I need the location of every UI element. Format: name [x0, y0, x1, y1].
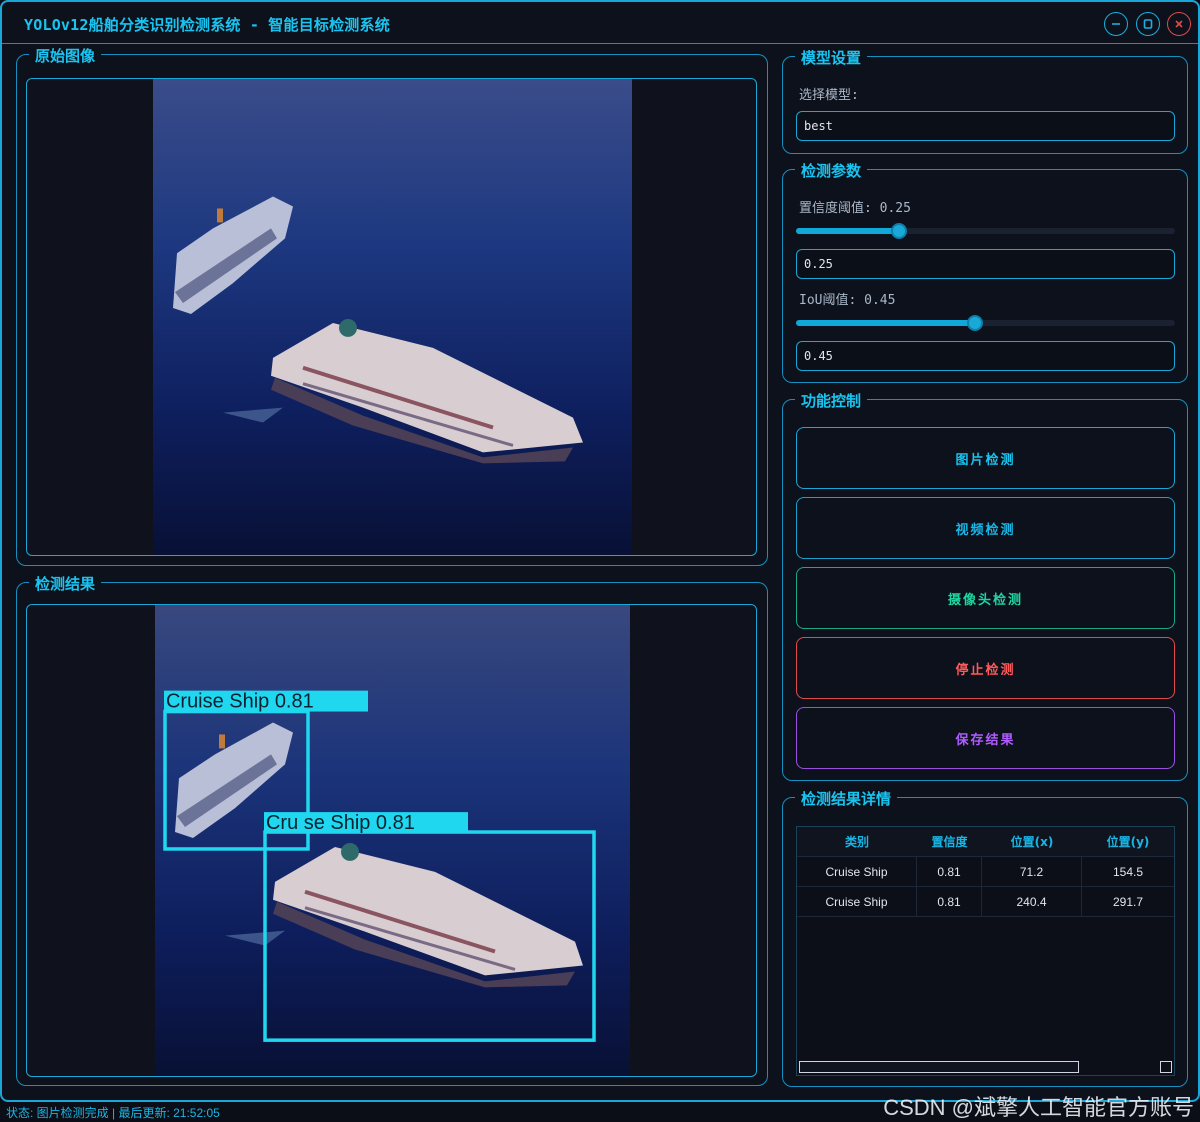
- detection-result-title: 检测结果: [29, 573, 102, 594]
- model-settings-title: 模型设置: [795, 47, 868, 68]
- cell-x: 240.4: [982, 887, 1082, 917]
- title-bar: YOLOv12船舶分类识别检测系统 - 智能目标检测系统: [2, 2, 1198, 44]
- confidence-input[interactable]: 0.25: [796, 249, 1175, 279]
- horizontal-scrollbar[interactable]: [797, 1061, 1174, 1073]
- detection-label-2: Cru se Ship 0.81: [266, 812, 415, 834]
- camera-detect-button[interactable]: 摄像头检测: [796, 567, 1175, 629]
- close-button[interactable]: [1167, 12, 1191, 36]
- confidence-slider-handle[interactable]: [891, 223, 907, 239]
- result-image-frame: Cruise Ship 0.81 Cru se Ship 0.81: [26, 604, 757, 1077]
- confidence-label: 置信度阈值: 0.25: [799, 201, 911, 216]
- window-title: YOLOv12船舶分类识别检测系统 - 智能目标检测系统: [24, 16, 390, 34]
- result-ship-image: Cruise Ship 0.81 Cru se Ship 0.81: [155, 605, 630, 1076]
- minimize-icon: [1112, 23, 1120, 25]
- detection-label-1: Cruise Ship 0.81: [166, 691, 314, 713]
- app-window: YOLOv12船舶分类识别检测系统 - 智能目标检测系统 原始图像 检测结果 C…: [0, 0, 1200, 1102]
- cell-class: Cruise Ship: [797, 857, 917, 887]
- original-image-title: 原始图像: [29, 45, 102, 66]
- confidence-slider[interactable]: [796, 223, 1175, 239]
- model-select[interactable]: best: [796, 111, 1175, 141]
- cell-class: Cruise Ship: [797, 887, 917, 917]
- iou-input[interactable]: 0.45: [796, 341, 1175, 371]
- confidence-slider-fill: [796, 228, 899, 234]
- close-icon: [1175, 20, 1183, 28]
- cell-confidence: 0.81: [917, 887, 982, 917]
- iou-slider[interactable]: [796, 315, 1175, 331]
- controls-title: 功能控制: [795, 390, 868, 411]
- maximize-icon: [1143, 19, 1153, 29]
- table-row[interactable]: Cruise Ship 0.81 71.2 154.5: [797, 857, 1174, 887]
- column-header-x[interactable]: 位置(x): [982, 827, 1082, 857]
- save-result-button[interactable]: 保存结果: [796, 707, 1175, 769]
- iou-label: IoU阈值: 0.45: [799, 293, 896, 308]
- original-image-frame: [26, 78, 757, 556]
- table-row[interactable]: Cruise Ship 0.81 240.4 291.7: [797, 887, 1174, 917]
- scrollbar-end-button[interactable]: [1160, 1061, 1172, 1073]
- column-header-class[interactable]: 类别: [797, 827, 917, 857]
- result-details-title: 检测结果详情: [795, 788, 898, 809]
- scrollbar-thumb[interactable]: [799, 1061, 1079, 1073]
- cell-confidence: 0.81: [917, 857, 982, 887]
- select-model-label: 选择模型:: [799, 88, 859, 103]
- iou-slider-fill: [796, 320, 975, 326]
- minimize-button[interactable]: [1104, 12, 1128, 36]
- detection-params-title: 检测参数: [795, 160, 868, 181]
- original-ship-image: [153, 79, 632, 555]
- stop-detect-button[interactable]: 停止检测: [796, 637, 1175, 699]
- column-header-y[interactable]: 位置(y): [1082, 827, 1174, 857]
- video-detect-button[interactable]: 视频检测: [796, 497, 1175, 559]
- maximize-button[interactable]: [1136, 12, 1160, 36]
- iou-slider-handle[interactable]: [967, 315, 983, 331]
- result-table: 类别 置信度 位置(x) 位置(y) Cruise Ship 0.81 71.2…: [796, 826, 1175, 1076]
- image-detect-button[interactable]: 图片检测: [796, 427, 1175, 489]
- cell-x: 71.2: [982, 857, 1082, 887]
- cell-y: 291.7: [1112, 895, 1144, 909]
- column-header-confidence[interactable]: 置信度: [917, 827, 982, 857]
- cell-y: 154.5: [1112, 865, 1144, 879]
- watermark: CSDN @斌擎人工智能官方账号: [883, 1095, 1194, 1120]
